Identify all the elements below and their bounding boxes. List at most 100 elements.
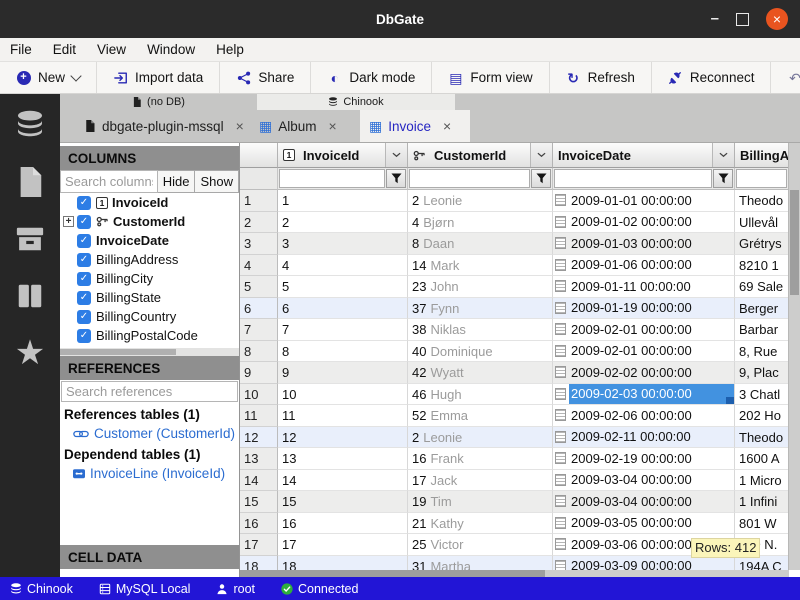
maximize-button[interactable] <box>736 13 749 26</box>
cell-invoiceid[interactable]: 15 <box>278 491 408 513</box>
cell-invoicedate[interactable]: 2009-02-11 00:00:00 <box>553 427 735 449</box>
row-number[interactable]: 6 <box>240 298 278 320</box>
cell-invoiceid[interactable]: 9 <box>278 362 408 384</box>
column-checkbox[interactable]: ✓ <box>77 196 91 210</box>
cell-billingaddress[interactable]: Barbar <box>735 319 789 341</box>
row-number[interactable]: 13 <box>240 448 278 470</box>
menu-item-view[interactable]: View <box>97 42 126 57</box>
references-search-input[interactable] <box>61 381 238 402</box>
row-number[interactable]: 10 <box>240 384 278 406</box>
cell-customerid[interactable]: 52Emma <box>408 405 553 427</box>
sidebar-star-icon[interactable]: ★ <box>14 337 46 369</box>
cell-invoicedate[interactable]: 2009-01-01 00:00:00 <box>553 190 735 212</box>
filter-input[interactable] <box>736 169 787 188</box>
cell-billingaddress[interactable]: 9, Plac <box>735 362 789 384</box>
cell-billingaddress[interactable]: 1 Infini <box>735 491 789 513</box>
tab-album[interactable]: ▦Album× <box>250 110 355 142</box>
cell-customerid[interactable]: 2Leonie <box>408 190 553 212</box>
cell-invoicedate[interactable]: 2009-02-03 00:00:00 <box>553 384 735 406</box>
row-number[interactable]: 9 <box>240 362 278 384</box>
filter-input[interactable] <box>279 169 385 188</box>
sidebar-file-icon[interactable] <box>14 166 46 198</box>
menu-item-file[interactable]: File <box>10 42 32 57</box>
sidebar-database-icon[interactable] <box>14 109 46 141</box>
cell-customerid[interactable]: 8Daan <box>408 233 553 255</box>
sidebar-book-icon[interactable] <box>14 280 46 312</box>
row-number[interactable]: 15 <box>240 491 278 513</box>
row-number[interactable]: 17 <box>240 534 278 556</box>
cell-invoiceid[interactable]: 8 <box>278 341 408 363</box>
tab-invoice[interactable]: ▦Invoice× <box>360 110 470 142</box>
cell-invoiceid[interactable]: 4 <box>278 255 408 277</box>
row-number[interactable]: 7 <box>240 319 278 341</box>
cell-billingaddress[interactable]: Theodo <box>735 427 789 449</box>
statusbar-mysql-local[interactable]: MySQL Local <box>99 582 191 596</box>
cell-billingaddress[interactable]: 69 Sale <box>735 276 789 298</box>
column-menu-button[interactable] <box>712 143 734 167</box>
column-checkbox[interactable]: ✓ <box>77 234 91 248</box>
columns-horizontal-scrollbar[interactable] <box>60 348 239 356</box>
filter-input[interactable] <box>554 169 712 188</box>
cell-billingaddress[interactable]: Grétrys <box>735 233 789 255</box>
toolbar-button-dark-mode[interactable]: ◐Dark mode <box>311 62 432 93</box>
cell-invoiceid[interactable]: 3 <box>278 233 408 255</box>
cell-billingaddress[interactable]: 1 Micro <box>735 470 789 492</box>
scrollbar-thumb[interactable] <box>240 570 545 577</box>
cell-billingaddress[interactable]: 1600 A <box>735 448 789 470</box>
cell-customerid[interactable]: 4Bjørn <box>408 212 553 234</box>
cell-invoiceid[interactable]: 12 <box>278 427 408 449</box>
cell-customerid[interactable]: 40Dominique <box>408 341 553 363</box>
column-checkbox[interactable]: ✓ <box>77 310 91 324</box>
menu-item-edit[interactable]: Edit <box>53 42 76 57</box>
reference-link[interactable]: InvoiceLine (InvoiceId) <box>60 463 239 484</box>
row-number[interactable]: 16 <box>240 513 278 535</box>
horizontal-scrollbar[interactable] <box>240 570 789 577</box>
cell-invoiceid[interactable]: 16 <box>278 513 408 535</box>
cell-invoiceid[interactable]: 6 <box>278 298 408 320</box>
column-header-invoiceid[interactable]: 1InvoiceId <box>278 143 408 168</box>
cell-customerid[interactable]: 23John <box>408 276 553 298</box>
column-checkbox[interactable]: ✓ <box>77 291 91 305</box>
cell-invoiceid[interactable]: 17 <box>278 534 408 556</box>
row-number[interactable]: 5 <box>240 276 278 298</box>
cell-invoicedate[interactable]: 2009-02-01 00:00:00 <box>553 319 735 341</box>
cell-customerid[interactable]: 21Kathy <box>408 513 553 535</box>
column-checkbox[interactable]: ✓ <box>77 253 91 267</box>
cell-customerid[interactable]: 42Wyatt <box>408 362 553 384</box>
cell-invoiceid[interactable]: 7 <box>278 319 408 341</box>
cell-customerid[interactable]: 37Fynn <box>408 298 553 320</box>
columns-search-input[interactable] <box>60 170 158 193</box>
cell-customerid[interactable]: 38Niklas <box>408 319 553 341</box>
cell-invoiceid[interactable]: 5 <box>278 276 408 298</box>
row-number[interactable]: 3 <box>240 233 278 255</box>
column-header-customerid[interactable]: CustomerId <box>408 143 553 168</box>
reference-link[interactable]: Customer (CustomerId) <box>60 423 239 444</box>
cell-invoicedate[interactable]: 2009-02-19 00:00:00 <box>553 448 735 470</box>
cell-billingaddress[interactable]: 3 Chatl <box>735 384 789 406</box>
row-number[interactable]: 11 <box>240 405 278 427</box>
cell-customerid[interactable]: 14Mark <box>408 255 553 277</box>
toolbar-button-import-data[interactable]: Import data <box>97 62 220 93</box>
cell-billingaddress[interactable]: Ullevål <box>735 212 789 234</box>
cell-invoiceid[interactable]: 10 <box>278 384 408 406</box>
cell-billingaddress[interactable]: 8, Rue <box>735 341 789 363</box>
row-number[interactable]: 14 <box>240 470 278 492</box>
filter-input[interactable] <box>409 169 530 188</box>
selection-drag-handle[interactable] <box>726 397 734 405</box>
filter-button[interactable] <box>713 169 733 188</box>
cell-invoicedate[interactable]: 2009-01-03 00:00:00 <box>553 233 735 255</box>
cell-customerid[interactable]: 2Leonie <box>408 427 553 449</box>
cell-customerid[interactable]: 25Victor <box>408 534 553 556</box>
toolbar-button-share[interactable]: Share <box>220 62 311 93</box>
cell-billingaddress[interactable]: Berger <box>735 298 789 320</box>
sidebar-archive-icon[interactable] <box>14 223 46 255</box>
tab-close-icon[interactable]: × <box>236 118 244 134</box>
vertical-scrollbar[interactable] <box>788 143 800 570</box>
row-number[interactable]: 1 <box>240 190 278 212</box>
cell-invoicedate[interactable]: 2009-02-01 00:00:00 <box>553 341 735 363</box>
cell-invoiceid[interactable]: 13 <box>278 448 408 470</box>
cell-invoicedate[interactable]: 2009-03-04 00:00:00 <box>553 491 735 513</box>
menu-item-window[interactable]: Window <box>147 42 195 57</box>
scrollbar-thumb[interactable] <box>60 349 176 355</box>
cell-invoiceid[interactable]: 14 <box>278 470 408 492</box>
